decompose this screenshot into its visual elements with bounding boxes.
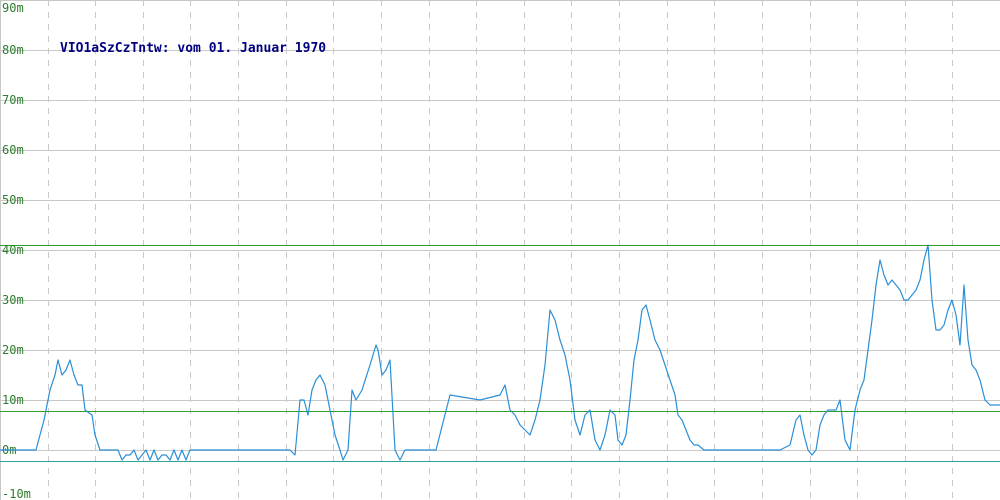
y-tick-label: 60m bbox=[2, 143, 24, 157]
y-tick-label: 70m bbox=[2, 93, 24, 107]
series-line bbox=[0, 244, 1000, 461]
y-tick-label: 80m bbox=[2, 43, 24, 57]
y-tick-label: 50m bbox=[2, 193, 24, 207]
horizontal-gridlines bbox=[0, 0, 1000, 451]
y-tick-label: 40m bbox=[2, 243, 24, 257]
y-tick-label: 20m bbox=[2, 343, 24, 357]
chart-title: VIO1aSzCzTntw: vom 01. Januar 1970 bbox=[60, 41, 326, 56]
y-tick-label: 30m bbox=[2, 293, 24, 307]
y-tick-label: 10m bbox=[2, 393, 24, 407]
y-tick-label: 90m bbox=[2, 1, 24, 15]
series-layer bbox=[0, 244, 1000, 461]
line-chart: 90m80m70m60m50m40m30m20m10m0m-10m VIO1aS… bbox=[0, 0, 1000, 500]
reference-lines bbox=[0, 245, 1000, 462]
y-tick-label: -10m bbox=[2, 487, 31, 500]
